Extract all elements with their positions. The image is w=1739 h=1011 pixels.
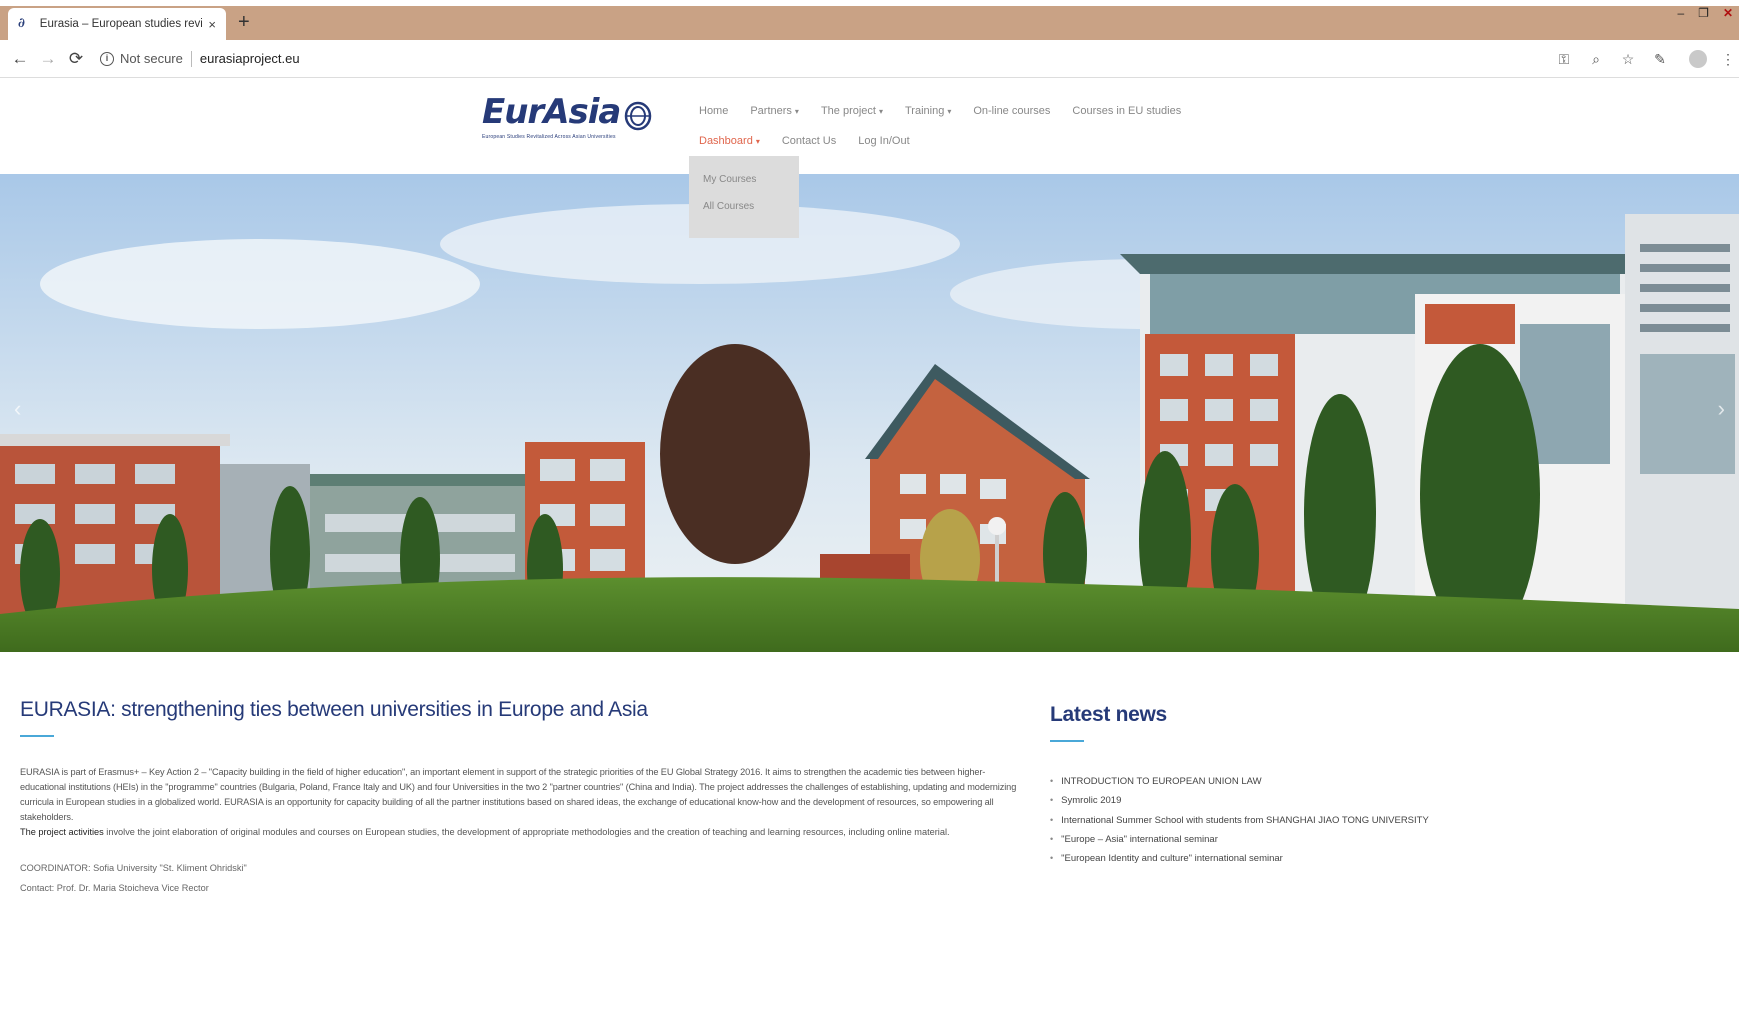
coordinator-block: COORDINATOR: Sofia University "St. Klime… (20, 858, 1030, 898)
hero-next-arrow-icon[interactable]: › (1718, 396, 1725, 422)
zoom-icon[interactable]: ⌕ (1587, 51, 1605, 68)
caret-down-icon: ▾ (794, 107, 799, 116)
star-bookmark-icon[interactable]: ☆ (1619, 51, 1637, 68)
menu-item-label: Contact Us (781, 135, 837, 147)
page-title: EURASIA: strengthening ties between univ… (20, 698, 648, 721)
menu-item-label: On-line courses (973, 105, 1051, 117)
activities-label: The project activities (20, 827, 104, 837)
menu-item-log-in-out[interactable]: Log In/Out (858, 135, 909, 147)
logo-tagline: European Studies Revitalized Across Asia… (482, 134, 616, 140)
menu-item-partners[interactable]: Partners ▾ (750, 105, 799, 117)
browser-titlebar: ∂ Eurasia – European studies revit × + –… (0, 0, 1739, 40)
menu-kebab-icon[interactable]: ⋮ (1721, 51, 1735, 68)
title-underline (20, 735, 54, 737)
news-item-label: International Summer School with student… (1061, 814, 1429, 826)
browser-toolbar: ← → ⟳ i Not secure eurasiaproject.eu ⚿ ⌕… (0, 40, 1739, 78)
menu-item-contact-us[interactable]: Contact Us (782, 135, 836, 147)
intro-paragraph: EURASIA is part of Erasmus+ – Key Action… (20, 767, 1017, 822)
address-bar[interactable]: i Not secure eurasiaproject.eu (100, 45, 300, 73)
minimize-button[interactable]: – (1677, 6, 1684, 20)
caret-down-icon: ▾ (947, 107, 952, 116)
info-icon[interactable]: i (100, 51, 114, 66)
dropdown-item-all-courses[interactable]: All Courses (703, 201, 799, 212)
coordinator-text: COORDINATOR: Sofia University "St. Klime… (20, 863, 247, 873)
hero-campus-image (0, 174, 1739, 652)
news-item[interactable]: • INTRODUCTION TO EUROPEAN UNION LAW (1050, 772, 1650, 791)
news-item-label: INTRODUCTION TO EUROPEAN UNION LAW (1061, 776, 1262, 787)
logo-globe-icon (624, 101, 652, 131)
menu-item-on-line-courses[interactable]: On-line courses (973, 105, 1050, 117)
menu-item-dashboard[interactable]: Dashboard ▾ (699, 135, 760, 147)
main-menu-row-2: Dashboard ▾ Contact Us Log In/Out (699, 135, 910, 147)
news-item-label: "Europe – Asia" international seminar (1061, 833, 1218, 845)
news-list: • INTRODUCTION TO EUROPEAN UNION LAW • Symr… (1050, 772, 1650, 868)
dashboard-dropdown: My Courses All Courses (689, 156, 799, 238)
latest-news: Latest news • INTRODUCTION TO EUROPEAN UN… (1050, 703, 1650, 868)
menu-item-label: Log In/Out (858, 135, 910, 147)
site-logo[interactable]: EurAsia European Studies Revitalized Acr… (482, 94, 662, 146)
caret-down-icon: ▾ (878, 107, 883, 116)
menu-item-the-project[interactable]: The project ▾ (821, 105, 883, 117)
news-item[interactable]: • Symrolic 2019 (1050, 791, 1650, 810)
back-arrow-icon[interactable]: ← (6, 45, 34, 73)
caret-down-icon: ▾ (755, 137, 760, 146)
menu-item-courses-in-eu-studies[interactable]: Courses in EU studies (1072, 105, 1181, 117)
toolbar-actions: ⚿ ⌕ ☆ ✎ ⋮ (1555, 40, 1735, 78)
menu-item-label: Home (699, 105, 729, 117)
hero-prev-arrow-icon[interactable]: ‹ (14, 396, 21, 422)
news-underline (1050, 740, 1084, 742)
hero-slider: ‹ › (0, 174, 1739, 652)
tab-title: Eurasia – European studies revit (39, 18, 203, 30)
omnibox-divider (190, 50, 192, 67)
news-title: Latest news (1050, 703, 1167, 726)
profile-avatar[interactable] (1689, 50, 1707, 68)
news-item[interactable]: • "Europe – Asia" international seminar (1050, 830, 1650, 849)
menu-item-training[interactable]: Training ▾ (905, 105, 951, 117)
close-window-button[interactable]: ✕ (1722, 6, 1733, 20)
main-menu-row-1: Home Partners ▾ The project ▾ Training ▾ On-lin… (699, 105, 1181, 117)
bullet-icon: • (1050, 814, 1054, 825)
bullet-icon: • (1050, 776, 1054, 786)
forward-arrow-icon[interactable]: → (34, 45, 62, 73)
tab-close-icon[interactable]: × (208, 17, 216, 32)
favicon-icon: ∂ (18, 16, 25, 31)
url-text[interactable]: eurasiaproject.eu (200, 51, 300, 66)
key-icon[interactable]: ⚿ (1555, 51, 1573, 68)
news-item-label: Symrolic 2019 (1061, 795, 1122, 807)
titlebar-edge (0, 0, 1739, 6)
browser-tab-active[interactable]: ∂ Eurasia – European studies revit × (8, 8, 226, 40)
news-item[interactable]: • International Summer School with studen… (1050, 811, 1650, 830)
reload-icon[interactable]: ⟳ (62, 45, 90, 73)
news-item[interactable]: • "European Identity and culture" interna… (1050, 849, 1650, 868)
security-label: Not secure (120, 51, 183, 66)
bullet-icon: • (1050, 795, 1054, 806)
window-controls: – ❐ ✕ (1677, 6, 1733, 20)
contact-text: Contact: Prof. Dr. Maria Stoicheva Vice … (20, 883, 209, 893)
menu-item-label: Dashboard (699, 135, 753, 147)
menu-item-home[interactable]: Home (699, 105, 728, 117)
site-header: EurAsia European Studies Revitalized Acr… (0, 78, 1739, 174)
restore-button[interactable]: ❐ (1698, 6, 1709, 20)
bullet-icon: • (1050, 833, 1054, 844)
dropdown-item-my-courses[interactable]: My Courses (703, 174, 799, 185)
menu-item-label: The project (820, 105, 876, 117)
menu-item-label: Courses in EU studies (1072, 105, 1182, 117)
menu-item-label: Training (904, 105, 945, 117)
new-tab-button[interactable]: + (238, 11, 250, 33)
menu-item-label: Partners (750, 105, 792, 117)
eyedropper-icon[interactable]: ✎ (1651, 51, 1669, 68)
activities-paragraph: The project activities involve the joint… (20, 825, 1030, 840)
activities-text: involve the joint elaboration of origina… (103, 827, 950, 837)
news-item-label: "European Identity and culture" internat… (1061, 853, 1283, 865)
bullet-icon: • (1050, 853, 1054, 864)
main-content: EURASIA: strengthening ties between univ… (20, 698, 1030, 898)
